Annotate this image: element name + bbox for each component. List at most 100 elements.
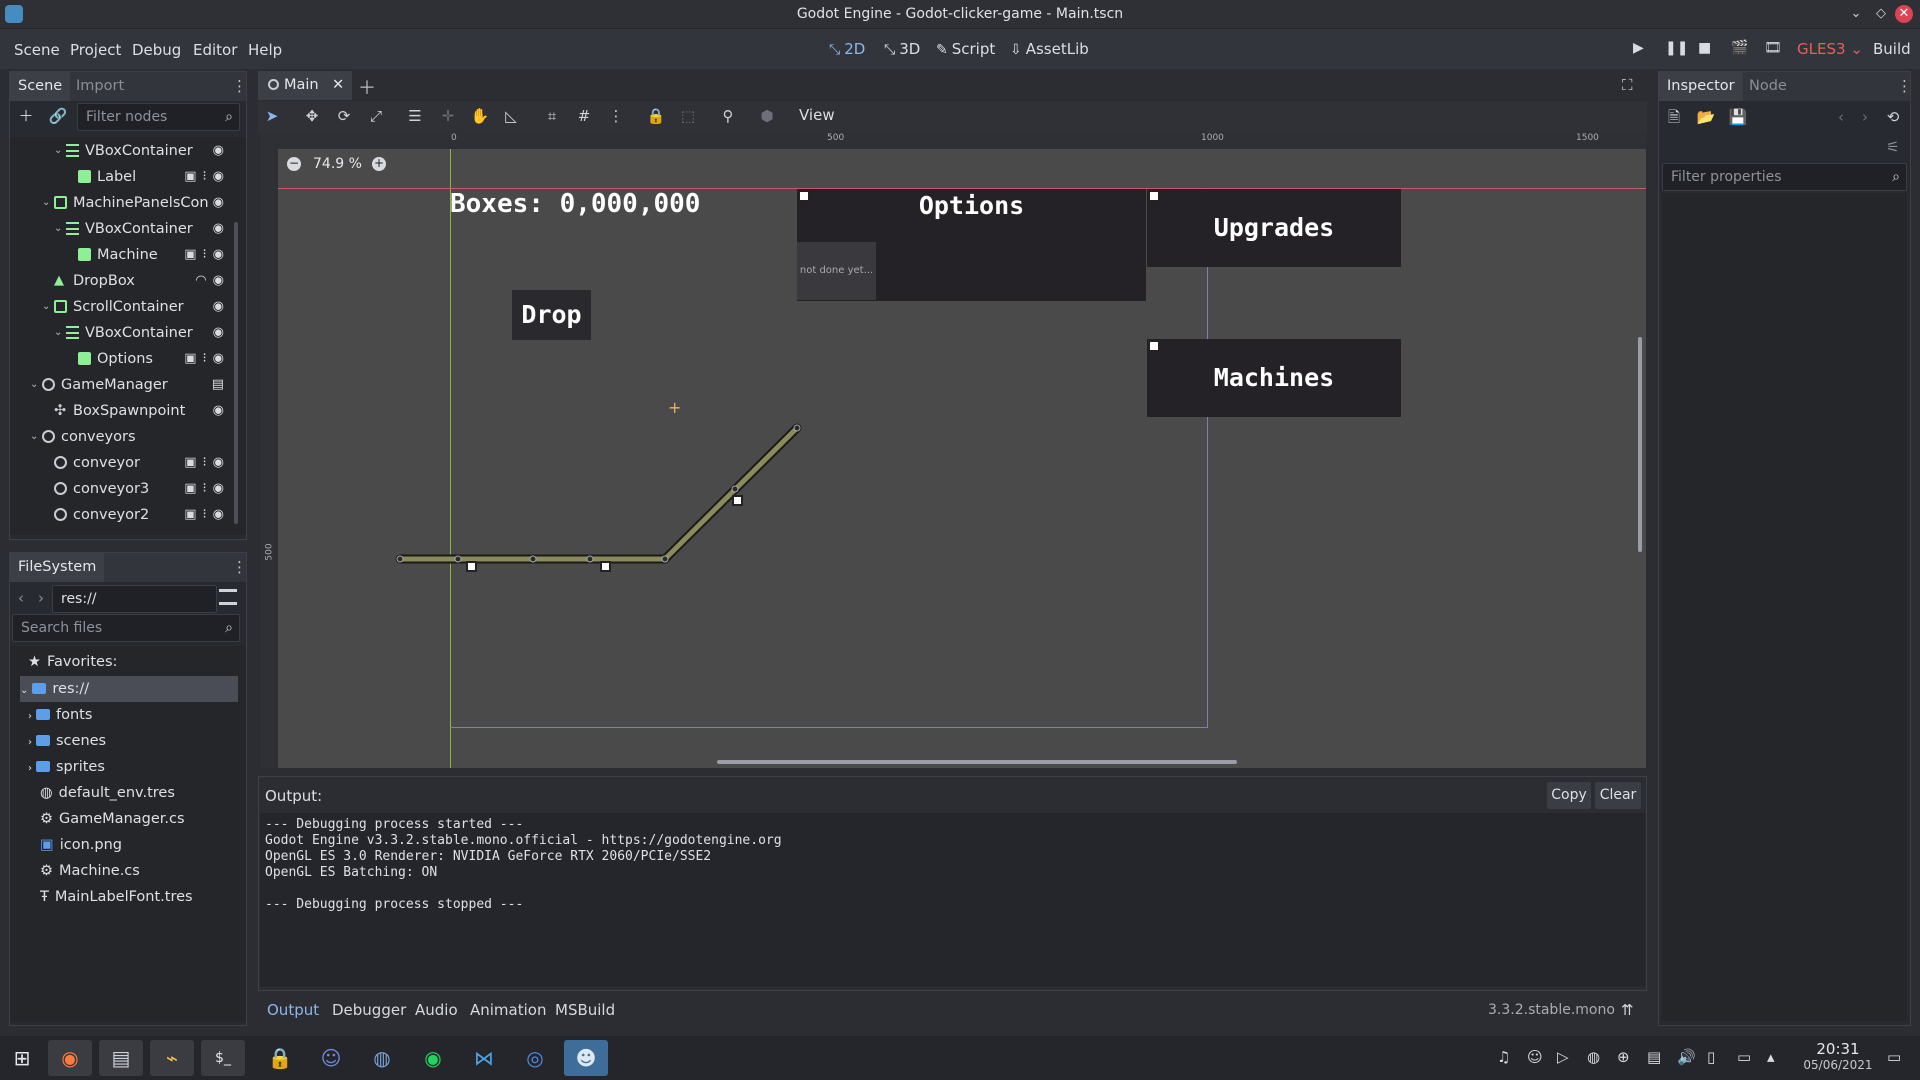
conveyor-belts[interactable]: [260, 131, 1646, 768]
move-mode-icon[interactable]: ✥: [301, 105, 323, 127]
list-select-icon[interactable]: ☰: [404, 105, 426, 127]
visibility-eye-icon[interactable]: ◉: [213, 320, 230, 346]
system-monitor-icon[interactable]: ⌁: [150, 1040, 194, 1076]
collapse-arrow-icon[interactable]: ⌄: [42, 190, 50, 216]
node-badges[interactable]: ▣⁝◉: [184, 242, 230, 268]
workspace-script[interactable]: ✎ Script: [936, 40, 995, 58]
bone-icon[interactable]: ⚲: [717, 105, 739, 127]
tree-item[interactable]: ⌄ ScrollContainer ◉: [12, 294, 230, 320]
workspace-2d[interactable]: ⤡ 2D: [829, 40, 865, 58]
tab-msbuild[interactable]: MSBuild: [555, 1001, 615, 1019]
canvas-viewport[interactable]: 0 500 1000 1500 500 − 74.9 % + Boxes: 0,…: [260, 131, 1646, 768]
tree-item[interactable]: conveyor ▣⁝◉: [12, 450, 230, 476]
file-item[interactable]: ◍ default_env.tres: [40, 780, 258, 806]
tree-item[interactable]: ⌄ VBoxContainer ◉: [12, 320, 230, 346]
forward-icon[interactable]: ›: [38, 589, 44, 607]
split-view-icon[interactable]: [219, 589, 237, 605]
maximize-icon[interactable]: ◇: [1872, 5, 1890, 23]
node-badges[interactable]: ▣⁝◉: [184, 450, 230, 476]
text-editor-icon[interactable]: ▤: [99, 1040, 143, 1076]
history-back-icon[interactable]: ‹: [1830, 106, 1852, 128]
file-item[interactable]: › fonts: [28, 702, 246, 728]
updates-tray-icon[interactable]: ⊕: [1617, 1048, 1630, 1066]
ruler-mode-icon[interactable]: ◺: [500, 105, 522, 127]
collapse-arrow-icon[interactable]: ⌄: [30, 424, 38, 450]
path-field[interactable]: res://: [52, 585, 217, 613]
close-tab-icon[interactable]: ✕: [332, 71, 344, 100]
tree-item[interactable]: ⌄ MachinePanelsCon ◉: [12, 190, 230, 216]
menu-help[interactable]: Help: [248, 41, 282, 59]
menu-project[interactable]: Project: [70, 41, 121, 59]
close-window-icon[interactable]: ✕: [1895, 5, 1913, 23]
anchor-handle-icon[interactable]: [466, 561, 477, 572]
camera-override-icon[interactable]: ⬢: [756, 105, 778, 127]
anchor-handle-icon[interactable]: [732, 495, 743, 506]
discord-tray-icon[interactable]: ☺: [1527, 1048, 1543, 1066]
pivot-icon[interactable]: ✛: [437, 105, 459, 127]
network-tray-icon[interactable]: ▭: [1737, 1048, 1751, 1066]
collapse-arrow-icon[interactable]: ⌄: [42, 294, 50, 320]
object-properties-icon[interactable]: ⚟: [1882, 136, 1904, 158]
media-tray-icon[interactable]: ▷: [1557, 1048, 1569, 1066]
scale-mode-icon[interactable]: ⤢: [365, 105, 387, 127]
node-badges[interactable]: ▣⁝◉: [184, 502, 230, 528]
clock-time[interactable]: 20:31: [1808, 1040, 1868, 1058]
play-custom-scene-icon[interactable]: 🎞: [1764, 40, 1782, 56]
grid-snap-icon[interactable]: #: [573, 105, 595, 127]
tree-item[interactable]: ▲ DropBox ◠◉: [12, 268, 230, 294]
scene-tree-scrollbar[interactable]: [234, 222, 238, 524]
tree-item[interactable]: Label ▣⁝◉: [12, 164, 230, 190]
filter-nodes-input[interactable]: Filter nodes ⌕: [77, 103, 240, 131]
filter-properties-input[interactable]: Filter properties ⌕: [1662, 163, 1907, 191]
node-badges[interactable]: ◠◉: [195, 268, 230, 294]
new-scene-tab-icon[interactable]: ＋: [358, 74, 376, 100]
clear-button[interactable]: Clear: [1595, 782, 1641, 809]
search-files-input[interactable]: Search files ⌕: [12, 614, 240, 642]
dock-menu-icon[interactable]: ⋮: [232, 558, 247, 576]
chromium-icon[interactable]: ◎: [513, 1040, 557, 1076]
renderer-select[interactable]: GLES3 ⌄: [1797, 40, 1863, 58]
tab-filesystem[interactable]: FileSystem: [10, 553, 105, 582]
steam-tray-icon[interactable]: ◍: [1587, 1048, 1600, 1066]
clock-date[interactable]: 05/06/2021: [1795, 1058, 1881, 1072]
build-button[interactable]: Build: [1873, 40, 1911, 58]
menu-debug[interactable]: Debug: [132, 41, 181, 59]
tree-item[interactable]: ⌄ VBoxContainer ◉: [12, 138, 230, 164]
node-badges[interactable]: ▣⁝◉: [184, 476, 230, 502]
anchor-handle-icon[interactable]: [600, 561, 611, 572]
steam-icon[interactable]: ◍: [360, 1040, 404, 1076]
play-icon[interactable]: ▶: [1633, 40, 1644, 56]
file-item[interactable]: ▣ icon.png: [40, 832, 258, 858]
file-item[interactable]: › scenes: [28, 728, 246, 754]
workspace-assetlib[interactable]: ⇩ AssetLib: [1010, 40, 1089, 58]
node-badges[interactable]: ▣⁝◉: [184, 346, 230, 372]
output-log-area[interactable]: --- Debugging process started --- Godot …: [260, 813, 1645, 987]
favorites-item[interactable]: ★ Favorites:: [28, 649, 246, 675]
tree-item[interactable]: conveyor2 ▣⁝◉: [12, 502, 230, 528]
save-resource-icon[interactable]: 💾: [1727, 106, 1749, 128]
visibility-eye-icon[interactable]: ◉: [213, 294, 230, 320]
tree-item[interactable]: Machine ▣⁝◉: [12, 242, 230, 268]
tab-import[interactable]: Import: [68, 72, 132, 101]
visibility-eye-icon[interactable]: ◉: [213, 216, 230, 242]
add-node-icon[interactable]: ＋: [15, 105, 37, 127]
group-icon[interactable]: ⬚: [677, 105, 699, 127]
terminal-icon[interactable]: $_: [201, 1040, 245, 1076]
node-badges[interactable]: ▣⁝◉: [184, 164, 230, 190]
view-menu[interactable]: View: [799, 106, 835, 124]
visibility-eye-icon[interactable]: ◉: [213, 138, 230, 164]
play-scene-icon[interactable]: 🎬: [1731, 40, 1748, 56]
visibility-eye-icon[interactable]: ◉: [213, 398, 230, 424]
dock-menu-icon[interactable]: ⋮: [1897, 77, 1912, 95]
minimize-icon[interactable]: ⌄: [1847, 5, 1865, 23]
tree-item[interactable]: Options ▣⁝◉: [12, 346, 230, 372]
lock-icon[interactable]: 🔒: [645, 105, 667, 127]
lock-app-icon[interactable]: 🔒: [258, 1040, 302, 1076]
snap-options-icon[interactable]: ⋮: [605, 105, 627, 127]
volume-tray-icon[interactable]: 🔊: [1677, 1048, 1696, 1066]
tab-audio[interactable]: Audio: [415, 1001, 458, 1019]
tab-debugger[interactable]: Debugger: [332, 1001, 406, 1019]
select-mode-icon[interactable]: ➤: [261, 105, 283, 127]
vscode-icon[interactable]: ⋈: [462, 1040, 506, 1076]
spotify-icon[interactable]: ◉: [411, 1040, 455, 1076]
